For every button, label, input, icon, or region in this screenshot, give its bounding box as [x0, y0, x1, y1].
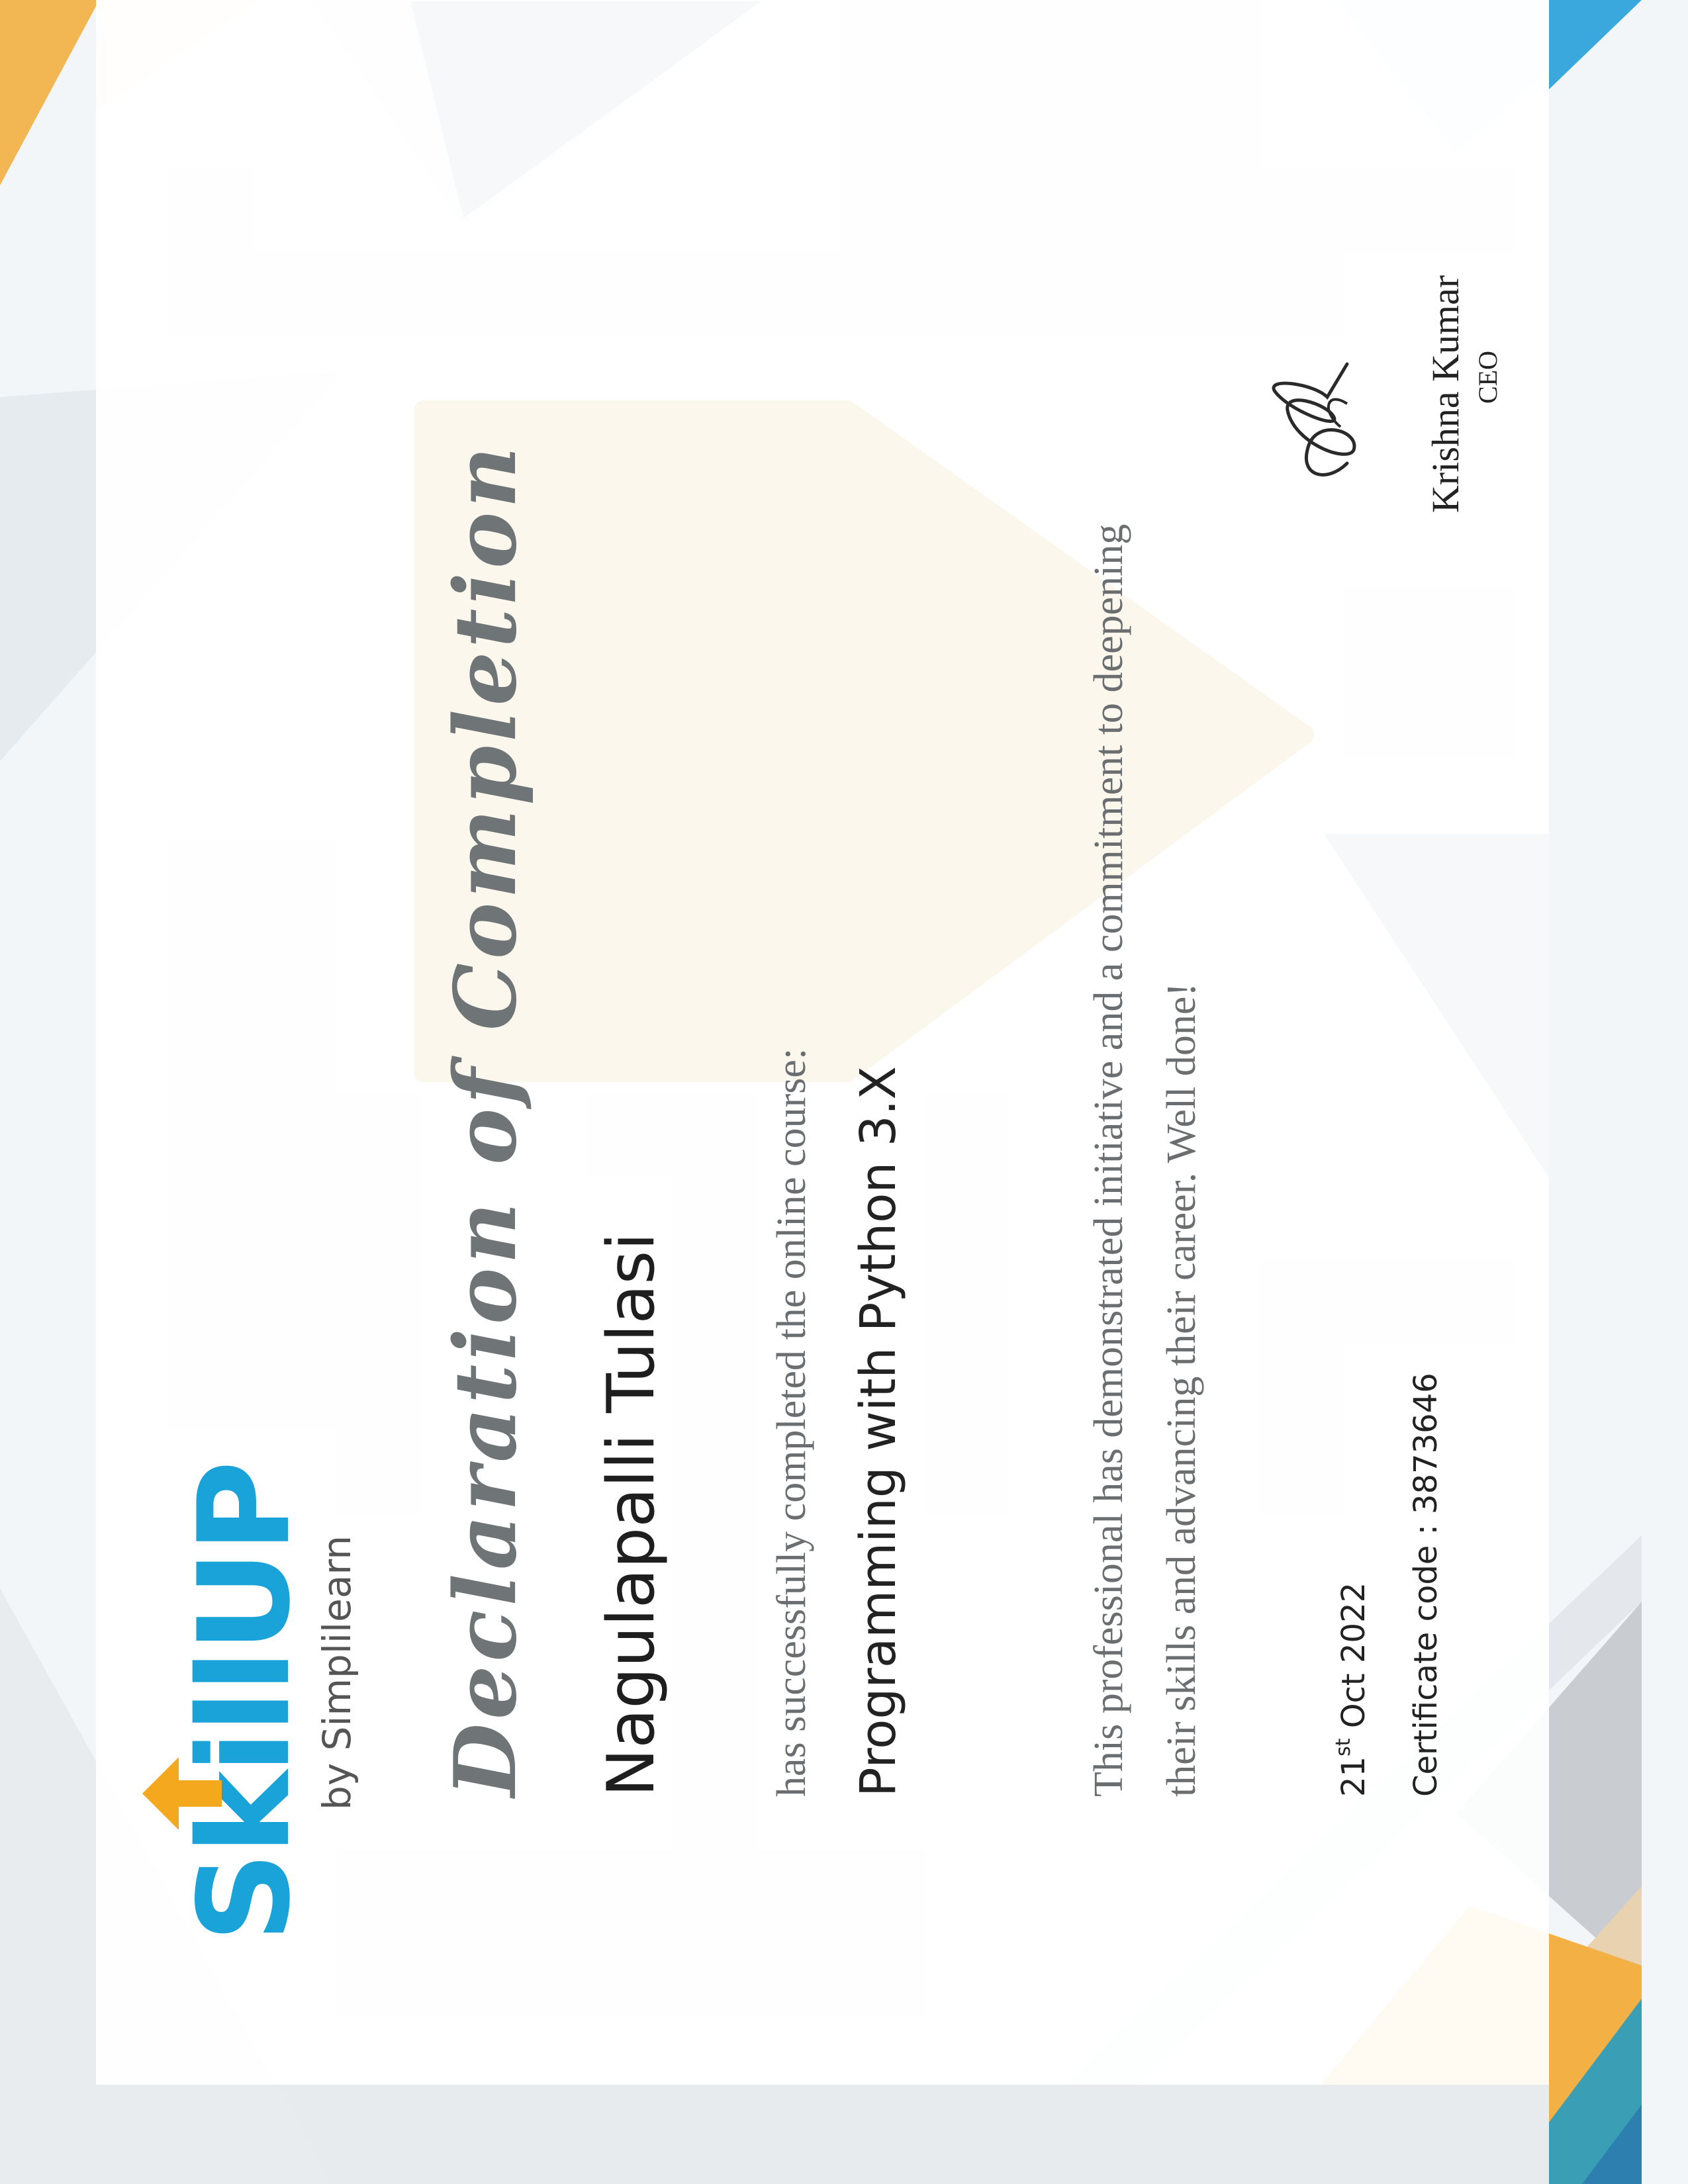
certificate-description: This professional has demonstrated initi…	[1072, 524, 1218, 1797]
description-line-2: their skills and advancing their career.…	[1159, 983, 1204, 1797]
signatory-role: CEO	[1473, 351, 1503, 404]
date-month-year: Oct 2022	[1335, 1582, 1372, 1739]
skillup-logo: SkillUP	[171, 1463, 318, 1942]
brand-byline: by Simplilearn	[314, 1535, 359, 1810]
certificate-code: Certificate code : 3873646	[1407, 1373, 1444, 1797]
issue-date: 21st Oct 2022	[1332, 1582, 1372, 1797]
date-suffix: st	[1332, 1738, 1355, 1756]
signature-icon	[1272, 362, 1356, 477]
completion-statement: has successfully completed the online co…	[769, 1048, 814, 1797]
course-name: Programming with Python 3.X	[850, 1066, 907, 1797]
signatory-name: Krishna Kumar	[1424, 275, 1467, 513]
date-day: 21	[1335, 1756, 1372, 1797]
up-arrow-icon	[142, 1757, 222, 1830]
description-line-1: This professional has demonstrated initi…	[1086, 523, 1131, 1797]
certificate-title: Declaration of Completion	[436, 442, 536, 1797]
recipient-name: Nagulapalli Tulasi	[594, 1232, 669, 1797]
certificate: SkillUP by Simplilearn Declaration of Co…	[0, 0, 1688, 2184]
